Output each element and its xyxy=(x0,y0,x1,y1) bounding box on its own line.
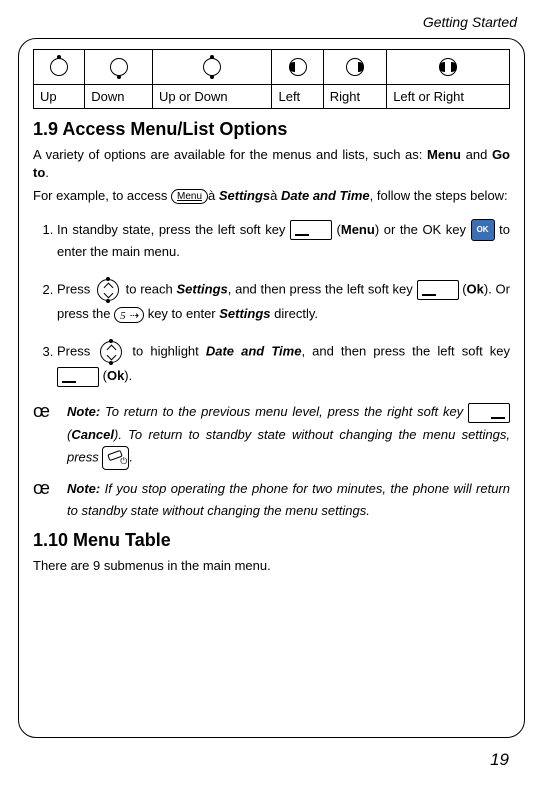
bold-italic-text: Settings xyxy=(176,282,227,297)
text: ( xyxy=(459,282,467,297)
nav-left-icon xyxy=(272,50,323,85)
bold-italic-text: Date and Time xyxy=(281,188,370,203)
running-head: Getting Started xyxy=(18,14,517,30)
nav-key-icon xyxy=(97,339,125,365)
text: , and then press the left soft key xyxy=(301,344,510,359)
nav-right-icon xyxy=(323,50,386,85)
nav-label: Left xyxy=(272,85,323,109)
nav-up-icon xyxy=(34,50,85,85)
text: ). xyxy=(124,368,132,383)
text: directly. xyxy=(271,306,318,321)
example-paragraph: For example, to access Menuà Settingsà D… xyxy=(33,187,510,205)
text: ( xyxy=(99,368,107,383)
page-number: 19 xyxy=(18,750,509,770)
nav-label: Up xyxy=(34,85,85,109)
text: . xyxy=(129,449,133,464)
note-text: Note: If you stop operating the phone fo… xyxy=(67,478,510,522)
list-item: Press to reach Settings, and then press … xyxy=(57,277,510,325)
navigation-key-table: Up Down Up or Down Left Right Left or Ri… xyxy=(33,49,510,109)
bold-text: Ok xyxy=(467,282,484,297)
text: , and then press the left soft key xyxy=(228,282,417,297)
intro-paragraph: A variety of options are available for t… xyxy=(33,146,510,181)
text: and xyxy=(461,147,492,162)
page: Getting Started xyxy=(0,0,543,791)
nav-label: Right xyxy=(323,85,386,109)
steps-list: In standby state, press the left soft ke… xyxy=(33,219,510,388)
list-item: Press to highlight Date and Time, and th… xyxy=(57,339,510,387)
nav-label: Left or Right xyxy=(387,85,510,109)
note-marker-icon: œ xyxy=(33,478,67,522)
bold-text: Menu xyxy=(427,147,461,162)
nav-label: Down xyxy=(85,85,153,109)
arrow-icon: à xyxy=(270,188,277,203)
text: A variety of options are available for t… xyxy=(33,147,427,162)
note-label: Note: xyxy=(67,404,100,419)
nav-key-icon xyxy=(94,277,122,303)
list-item: In standby state, press the left soft ke… xyxy=(57,219,510,264)
nav-down-icon xyxy=(85,50,153,85)
text: ( xyxy=(332,222,341,237)
end-key-icon xyxy=(102,446,129,470)
text: Press xyxy=(57,344,97,359)
note-block: œ Note: If you stop operating the phone … xyxy=(33,478,510,522)
bold-italic-text: Settings xyxy=(219,188,270,203)
nav-updown-icon xyxy=(152,50,272,85)
section-heading: 1.9 Access Menu/List Options xyxy=(33,119,510,140)
num5-key-icon xyxy=(114,307,144,323)
note-block: œ Note: To return to the previous menu l… xyxy=(33,401,510,469)
bold-text: Cancel xyxy=(71,427,114,442)
note-marker-icon: œ xyxy=(33,401,67,469)
table-row: Up Down Up or Down Left Right Left or Ri… xyxy=(34,85,510,109)
content-frame: Up Down Up or Down Left Right Left or Ri… xyxy=(18,38,525,738)
table-row xyxy=(34,50,510,85)
bold-italic-text: Date and Time xyxy=(206,344,302,359)
left-softkey-icon xyxy=(57,367,99,387)
text: ). To return to standby state without ch… xyxy=(67,427,510,465)
text: In standby state, press the left soft ke… xyxy=(57,222,290,237)
paragraph: There are 9 submenus in the main menu. xyxy=(33,557,510,575)
text: key to enter xyxy=(144,306,219,321)
note-text: Note: To return to the previous menu lev… xyxy=(67,401,510,469)
bold-italic-text: Settings xyxy=(219,306,270,321)
text: ) or the OK key xyxy=(375,222,471,237)
text: To return to the previous menu level, pr… xyxy=(100,404,468,419)
ok-key-icon xyxy=(471,219,495,241)
arrow-icon: à xyxy=(208,188,215,203)
text: , follow the steps below: xyxy=(370,188,508,203)
left-softkey-icon xyxy=(290,220,332,240)
left-softkey-icon xyxy=(417,280,459,300)
text: to highlight xyxy=(125,344,206,359)
right-softkey-icon xyxy=(468,403,510,423)
text: If you stop operating the phone for two … xyxy=(67,481,510,518)
bold-text: Menu xyxy=(341,222,375,237)
note-label: Note: xyxy=(67,481,100,496)
bold-text: Ok xyxy=(107,368,124,383)
text: to reach xyxy=(122,282,177,297)
nav-label: Up or Down xyxy=(152,85,272,109)
text: For example, to access xyxy=(33,188,171,203)
section-heading: 1.10 Menu Table xyxy=(33,530,510,551)
text: . xyxy=(45,165,49,180)
menu-key-icon: Menu xyxy=(171,189,208,204)
nav-leftright-icon xyxy=(387,50,510,85)
text: Press xyxy=(57,282,94,297)
